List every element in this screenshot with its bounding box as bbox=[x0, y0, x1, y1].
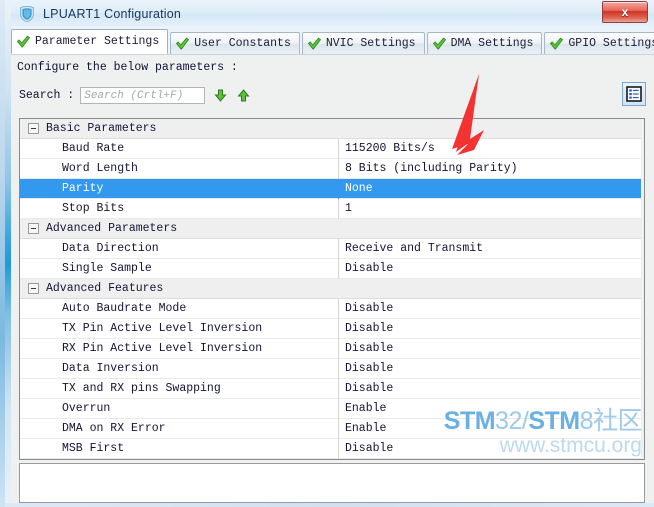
parameter-value[interactable]: Disable bbox=[338, 338, 644, 359]
parameter-name: MSB First bbox=[62, 442, 125, 455]
search-input[interactable] bbox=[80, 87, 206, 104]
arrow-up-icon[interactable] bbox=[236, 88, 251, 103]
parameter-value[interactable]: 115200 Bits/s bbox=[338, 138, 644, 159]
parameter-value[interactable]: Receive and Transmit bbox=[338, 238, 644, 259]
tab-parameter-settings[interactable]: Parameter Settings bbox=[11, 29, 169, 54]
table-group-header[interactable]: Advanced Features bbox=[20, 279, 644, 299]
tab-gpio-settings[interactable]: GPIO Settings bbox=[544, 32, 654, 54]
table-row[interactable]: MSB First Disable bbox=[20, 438, 644, 459]
list-view-icon bbox=[626, 86, 642, 102]
group-name: Advanced Parameters bbox=[46, 222, 178, 235]
parameter-name: Baud Rate bbox=[62, 142, 125, 155]
table-row[interactable]: Single Sample Disable bbox=[20, 258, 644, 279]
search-row: Search : bbox=[19, 87, 251, 104]
tab-label: Parameter Settings bbox=[35, 35, 160, 48]
list-view-button[interactable] bbox=[622, 82, 646, 106]
window-title: LPUART1 Configuration bbox=[43, 6, 182, 21]
table-row[interactable]: DMA on RX Error Enable bbox=[20, 418, 644, 439]
table-row[interactable]: Word Length 8 Bits (including Parity) bbox=[20, 158, 644, 179]
table-row[interactable]: Data Inversion Disable bbox=[20, 358, 644, 379]
table-row[interactable]: Auto Baudrate Mode Disable bbox=[20, 298, 644, 319]
tab-label: DMA Settings bbox=[450, 37, 534, 50]
green-check-icon bbox=[550, 37, 564, 50]
parameter-value[interactable]: Disable bbox=[338, 378, 644, 399]
table-group-header[interactable]: Basic Parameters bbox=[20, 119, 644, 139]
window-bottom-border bbox=[5, 503, 654, 507]
title-bar: LPUART1 Configuration x bbox=[11, 0, 654, 27]
parameter-name: TX and RX pins Swapping bbox=[62, 382, 221, 395]
parameter-name: DMA on RX Error bbox=[62, 422, 166, 435]
close-icon: x bbox=[621, 5, 629, 19]
tab-label: GPIO Settings bbox=[568, 37, 654, 50]
parameter-value[interactable]: Disable bbox=[338, 438, 644, 459]
vertical-scrollbar[interactable] bbox=[641, 119, 644, 459]
table-group-header[interactable]: Advanced Parameters bbox=[20, 219, 644, 239]
tab-bar: Parameter Settings User Constants NVIC Set… bbox=[11, 28, 654, 54]
parameter-name: Word Length bbox=[62, 162, 138, 175]
parameter-value[interactable]: 1 bbox=[338, 198, 644, 219]
parameter-value[interactable]: None bbox=[338, 178, 644, 199]
parameter-value[interactable]: Disable bbox=[338, 258, 644, 279]
parameter-name: RX Pin Active Level Inversion bbox=[62, 342, 263, 355]
parameter-name: Auto Baudrate Mode bbox=[62, 302, 187, 315]
table-row[interactable]: Baud Rate 115200 Bits/s bbox=[20, 138, 644, 159]
search-label: Search : bbox=[19, 89, 75, 102]
table-row[interactable]: Overrun Enable bbox=[20, 398, 644, 419]
parameters-table[interactable]: Basic Parameters Baud Rate 115200 Bits/s Wo… bbox=[19, 118, 645, 460]
parameter-value[interactable]: Disable bbox=[338, 358, 644, 379]
green-check-icon bbox=[176, 37, 190, 50]
tab-nvic-settings[interactable]: NVIC Settings bbox=[301, 32, 425, 54]
tab-user-constants[interactable]: User Constants bbox=[170, 32, 300, 54]
table-row[interactable]: Parity None bbox=[20, 178, 644, 199]
green-check-icon bbox=[432, 37, 446, 50]
close-button[interactable]: x bbox=[602, 1, 648, 23]
bottom-blank-panel bbox=[19, 463, 645, 503]
shield-icon bbox=[20, 5, 34, 22]
parameter-value[interactable]: Disable bbox=[338, 318, 644, 339]
parameter-value[interactable]: Enable bbox=[338, 398, 644, 419]
parameter-value[interactable]: Disable bbox=[338, 298, 644, 319]
parameter-settings-panel: Configure the below parameters : Search … bbox=[11, 54, 654, 503]
panel-hint-text: Configure the below parameters : bbox=[17, 61, 238, 74]
arrow-down-icon[interactable] bbox=[213, 88, 228, 103]
table-row[interactable]: Data Direction Receive and Transmit bbox=[20, 238, 644, 259]
table-row[interactable]: Stop Bits 1 bbox=[20, 198, 644, 219]
collapse-toggle-icon[interactable] bbox=[28, 223, 39, 234]
table-row[interactable]: TX and RX pins Swapping Disable bbox=[20, 378, 644, 399]
parameter-name: Stop Bits bbox=[62, 202, 125, 215]
tab-dma-settings[interactable]: DMA Settings bbox=[426, 32, 543, 54]
table-row[interactable]: RX Pin Active Level Inversion Disable bbox=[20, 338, 644, 359]
group-name: Advanced Features bbox=[46, 282, 164, 295]
group-name: Basic Parameters bbox=[46, 122, 157, 135]
parameter-value[interactable]: Enable bbox=[338, 418, 644, 439]
parameter-name: Single Sample bbox=[62, 262, 152, 275]
parameter-name: Parity bbox=[62, 182, 104, 195]
parameter-name: Data Direction bbox=[62, 242, 159, 255]
parameter-name: Data Inversion bbox=[62, 362, 159, 375]
configuration-window: LPUART1 Configuration x Parameter Settin… bbox=[0, 0, 654, 507]
green-check-icon bbox=[307, 37, 321, 50]
parameter-name: TX Pin Active Level Inversion bbox=[62, 322, 263, 335]
tab-label: NVIC Settings bbox=[325, 37, 416, 50]
green-check-icon bbox=[17, 35, 30, 48]
table-row[interactable]: TX Pin Active Level Inversion Disable bbox=[20, 318, 644, 339]
tab-label: User Constants bbox=[194, 37, 291, 50]
parameter-value[interactable]: 8 Bits (including Parity) bbox=[338, 158, 644, 179]
collapse-toggle-icon[interactable] bbox=[28, 123, 39, 134]
parameter-name: Overrun bbox=[62, 402, 111, 415]
collapse-toggle-icon[interactable] bbox=[28, 283, 39, 294]
